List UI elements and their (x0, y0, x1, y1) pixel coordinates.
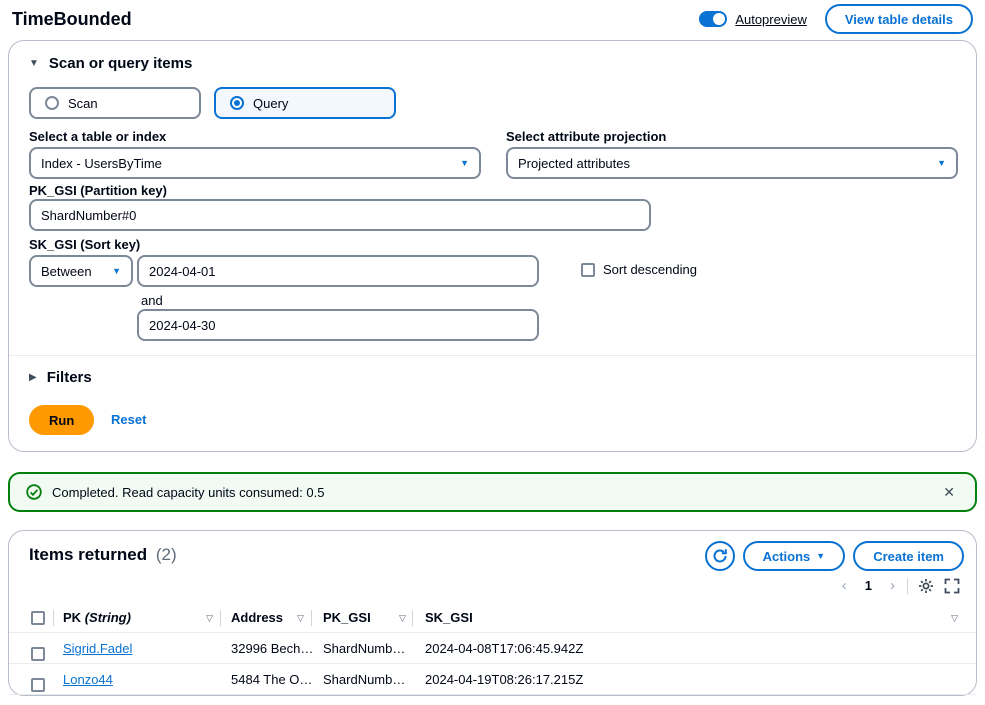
previous-page-button[interactable]: ‹ (840, 577, 849, 594)
success-flashbar: Completed. Read capacity units consumed:… (8, 472, 977, 512)
row-checkbox[interactable] (31, 678, 45, 692)
projection-select[interactable]: Projected attributes ▼ (506, 147, 958, 179)
actions-button-label: Actions (763, 549, 811, 564)
section-divider (9, 355, 976, 356)
item-sk-gsi: 2024-04-08T17:06:45.942Z (425, 633, 583, 664)
sort-descending-control[interactable]: Sort descending (581, 262, 697, 277)
item-sk-gsi: 2024-04-19T08:26:17.215Z (425, 664, 583, 695)
row-checkbox[interactable] (31, 647, 45, 661)
header-controls: Autopreview View table details (699, 4, 973, 34)
run-button[interactable]: Run (29, 405, 94, 435)
items-table: PK (String) ▽ Address ▽ PK_GSI ▽ SK_GSI … (9, 603, 976, 695)
item-pk-link[interactable]: Sigrid.Fadel (63, 641, 132, 656)
sort-descending-checkbox[interactable] (581, 263, 595, 277)
column-header-address[interactable]: Address (231, 603, 283, 633)
close-icon[interactable]: ✕ (939, 482, 959, 503)
caret-down-icon: ▼ (29, 58, 39, 69)
partition-key-input[interactable] (29, 199, 651, 231)
filters-section-header[interactable]: ▶ Filters (29, 369, 92, 386)
column-pk-name: PK (63, 610, 81, 625)
view-table-details-button[interactable]: View table details (825, 4, 973, 34)
table-utilities: ‹ 1 › (840, 577, 960, 594)
chevron-down-icon: ▼ (816, 551, 825, 561)
table-row[interactable]: Lonzo44 5484 The O… ShardNumb… 2024-04-1… (9, 664, 976, 695)
column-header-pk[interactable]: PK (String) (63, 603, 131, 633)
expand-icon (944, 578, 960, 594)
items-returned-heading: Items returned (29, 545, 147, 564)
scan-query-section-header[interactable]: ▼ Scan or query items (29, 55, 192, 72)
column-divider (220, 610, 221, 626)
table-header-row: PK (String) ▽ Address ▽ PK_GSI ▽ SK_GSI … (9, 603, 976, 633)
page-header: TimeBounded Autopreview View table detai… (0, 0, 985, 40)
column-divider (53, 610, 54, 626)
sort-key-label: SK_GSI (Sort key) (29, 237, 140, 252)
sort-icon[interactable]: ▽ (206, 603, 213, 633)
table-row[interactable]: Sigrid.Fadel 32996 Bech… ShardNumb… 2024… (9, 633, 976, 664)
scan-radio-tile[interactable]: Scan (29, 87, 201, 119)
preferences-button[interactable] (918, 578, 934, 594)
chevron-down-icon: ▼ (937, 158, 946, 168)
item-address: 32996 Bech… (231, 633, 313, 664)
refresh-icon (712, 548, 728, 564)
projection-select-value: Projected attributes (518, 156, 630, 171)
partition-key-label: PK_GSI (Partition key) (29, 183, 167, 198)
items-header-actions: Actions ▼ Create item (705, 541, 964, 571)
next-page-button[interactable]: › (888, 577, 897, 594)
chevron-down-icon: ▼ (460, 158, 469, 168)
sort-icon[interactable]: ▽ (399, 603, 406, 633)
query-radio[interactable] (230, 96, 244, 110)
item-pk-gsi: ShardNumb… (323, 633, 405, 664)
between-and-label: and (141, 293, 163, 308)
filters-section-title: Filters (47, 369, 92, 386)
caret-right-icon: ▶ (29, 372, 37, 383)
sort-key-condition-value: Between (41, 264, 92, 279)
flash-message: Completed. Read capacity units consumed:… (52, 485, 929, 500)
success-check-icon (26, 484, 42, 500)
autopreview-label: Autopreview (735, 12, 807, 27)
column-header-pk-gsi[interactable]: PK_GSI (323, 603, 371, 633)
chevron-down-icon: ▼ (112, 266, 121, 276)
scan-radio[interactable] (45, 96, 59, 110)
select-all-checkbox[interactable] (31, 611, 45, 625)
scan-query-section-title: Scan or query items (49, 55, 192, 72)
sort-icon[interactable]: ▽ (297, 603, 304, 633)
sort-key-from-input[interactable] (137, 255, 539, 287)
table-select-label: Select a table or index (29, 129, 166, 144)
items-returned-count: (2) (156, 545, 177, 564)
items-returned-title: Items returned (2) (29, 545, 177, 565)
query-radio-label: Query (253, 96, 288, 111)
items-returned-panel: Items returned (2) Actions ▼ Create item… (8, 530, 977, 696)
actions-button[interactable]: Actions ▼ (743, 541, 846, 571)
create-item-button[interactable]: Create item (853, 541, 964, 571)
table-select[interactable]: Index - UsersByTime ▼ (29, 147, 481, 179)
refresh-button[interactable] (705, 541, 735, 571)
column-divider (412, 610, 413, 626)
scan-radio-label: Scan (68, 96, 98, 111)
column-header-sk-gsi[interactable]: SK_GSI (425, 603, 473, 633)
reset-button[interactable]: Reset (111, 412, 146, 427)
sort-key-to-input[interactable] (137, 309, 539, 341)
item-pk-gsi: ShardNumb… (323, 664, 405, 695)
page-title: TimeBounded (12, 9, 132, 30)
column-pk-type: (String) (85, 610, 131, 625)
table-select-value: Index - UsersByTime (41, 156, 162, 171)
item-pk-link[interactable]: Lonzo44 (63, 672, 113, 687)
projection-select-label: Select attribute projection (506, 129, 666, 144)
item-address: 5484 The O… (231, 664, 312, 695)
scan-query-panel: ▼ Scan or query items Scan Query Select … (8, 40, 977, 452)
current-page-button[interactable]: 1 (859, 577, 878, 594)
fullscreen-button[interactable] (944, 578, 960, 594)
autopreview-toggle[interactable] (699, 11, 727, 27)
gear-icon (918, 578, 934, 594)
sort-key-condition-select[interactable]: Between ▼ (29, 255, 133, 287)
toggle-knob (713, 13, 725, 25)
sort-icon[interactable]: ▽ (951, 603, 958, 633)
autopreview-control[interactable]: Autopreview (699, 11, 807, 27)
utilities-divider (907, 578, 908, 594)
sort-descending-label: Sort descending (603, 262, 697, 277)
column-divider (311, 610, 312, 626)
query-radio-tile[interactable]: Query (214, 87, 396, 119)
